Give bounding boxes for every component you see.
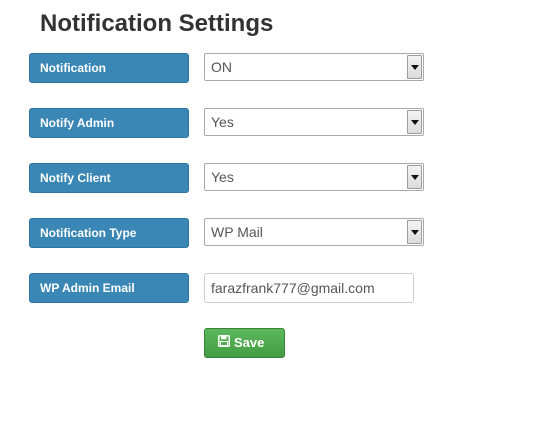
save-button[interactable]: Save (204, 328, 285, 358)
chevron-down-icon[interactable] (407, 55, 422, 79)
notification-select[interactable]: ON (204, 53, 424, 81)
notify-client-select[interactable]: Yes (204, 163, 424, 191)
notify-admin-select[interactable]: Yes (204, 108, 424, 136)
notify-admin-select-value: Yes (211, 114, 234, 130)
chevron-down-icon[interactable] (407, 165, 422, 189)
notification-settings-page: Notification Settings Notification ON No… (0, 0, 548, 441)
notification-type-label: Notification Type (29, 218, 189, 248)
chevron-down-icon[interactable] (407, 110, 422, 134)
notification-type-select[interactable]: WP Mail (204, 218, 424, 246)
notify-client-select-value: Yes (211, 169, 234, 185)
chevron-down-icon[interactable] (407, 220, 422, 244)
notify-admin-label: Notify Admin (29, 108, 189, 138)
admin-email-input[interactable]: farazfrank777@gmail.com (204, 273, 414, 303)
notification-type-select-value: WP Mail (211, 224, 263, 240)
page-title: Notification Settings (40, 10, 274, 37)
save-button-label: Save (234, 335, 265, 350)
notification-select-value: ON (211, 59, 232, 75)
admin-email-label: WP Admin Email (29, 273, 189, 303)
floppy-disk-icon (218, 329, 230, 357)
notify-client-label: Notify Client (29, 163, 189, 193)
notification-label: Notification (29, 53, 189, 83)
